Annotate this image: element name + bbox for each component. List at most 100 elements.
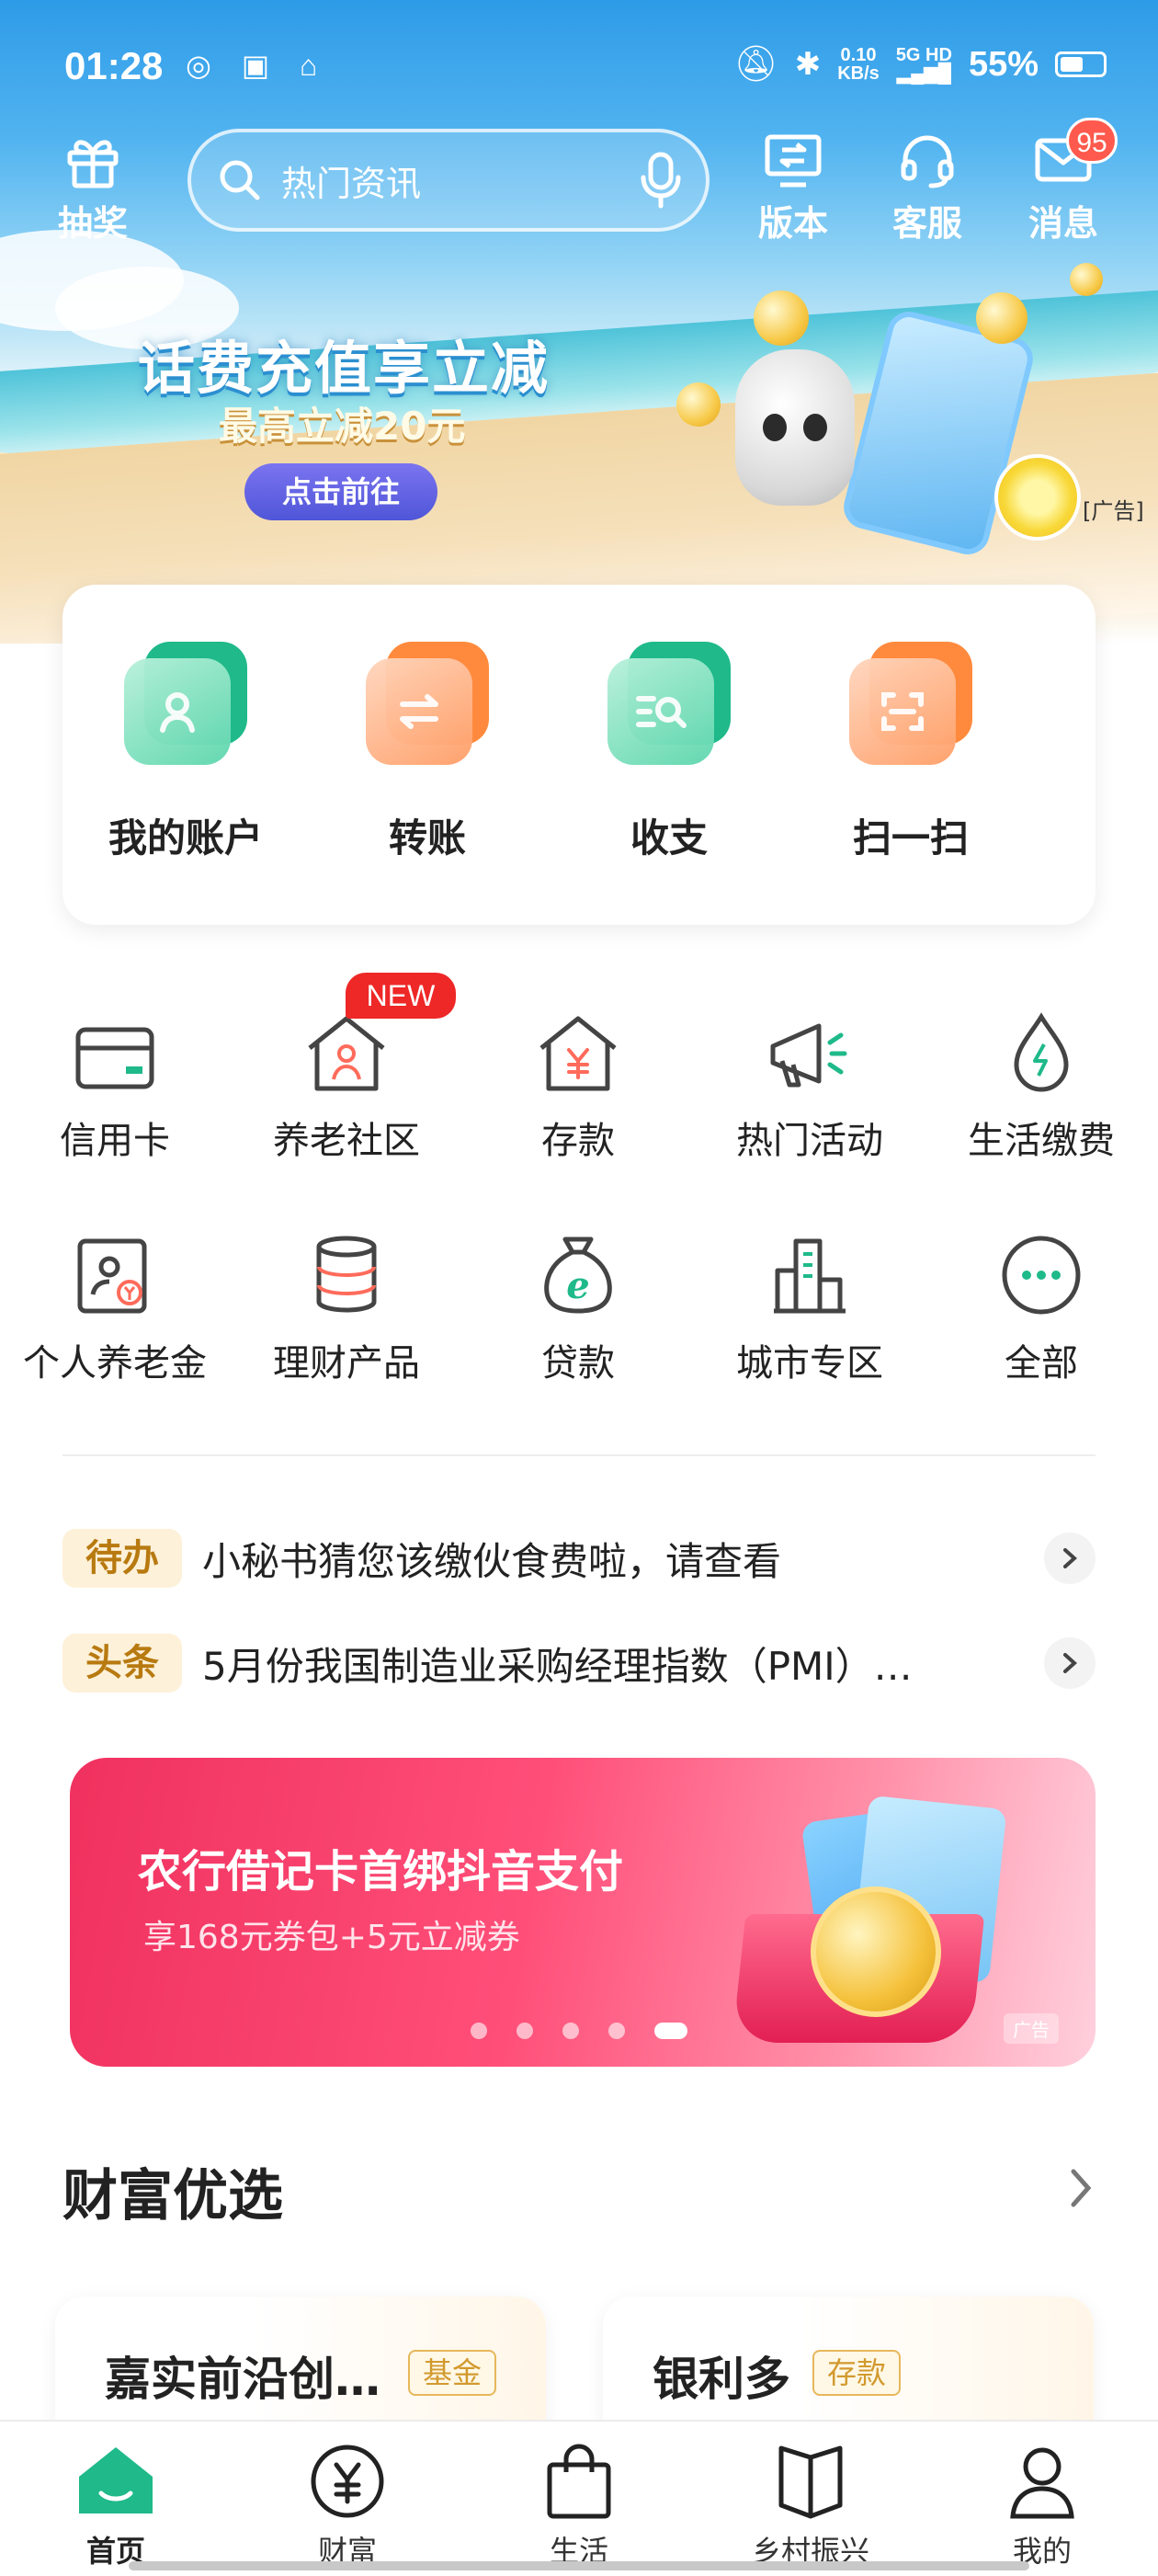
service-credit-card[interactable]: 信用卡 xyxy=(0,993,230,1164)
promo-subtitle: 享168元券包+5元立减券 xyxy=(143,1919,520,1956)
quick-action-label: 转账 xyxy=(388,815,466,861)
icon-front xyxy=(124,658,231,765)
chevron-right-icon[interactable] xyxy=(1066,2166,1096,2214)
microphone-icon[interactable] xyxy=(640,152,682,209)
wealth-product-icon xyxy=(232,1215,461,1316)
book-icon xyxy=(719,2438,903,2525)
lemon-decoration xyxy=(994,454,1081,541)
quick-action-income-expense[interactable]: 收支 xyxy=(577,642,761,863)
new-badge: NEW xyxy=(346,973,456,1019)
utility-payment-icon xyxy=(926,993,1156,1094)
service-city-zone[interactable]: 城市专区 xyxy=(695,1215,925,1386)
service-label: 贷款 xyxy=(541,1342,615,1385)
nav-life[interactable]: 生活 xyxy=(487,2438,671,2570)
nav-home[interactable]: 首页 xyxy=(24,2438,208,2570)
service-label: 存款 xyxy=(541,1120,615,1162)
icon-front xyxy=(366,658,472,765)
service-label: 客服 xyxy=(891,203,962,244)
carousel-dot[interactable] xyxy=(608,2023,625,2039)
banner-ad-tag: [广告] xyxy=(1083,498,1144,524)
notice-text: 5月份我国制造业采购经理指数（PMI）… xyxy=(202,1643,913,1689)
notification-icons: ◎ ▣ ⌂ xyxy=(186,49,329,82)
coin-decoration xyxy=(976,292,1027,344)
chevron-right-icon[interactable] xyxy=(1044,1533,1096,1584)
service-deposit[interactable]: 存款 xyxy=(463,993,693,1164)
network-label: 5G HD xyxy=(895,45,952,65)
nav-wealth[interactable]: 财富 xyxy=(255,2438,439,2570)
megaphone-icon xyxy=(695,993,925,1094)
clock: 01:28 xyxy=(64,44,164,87)
svg-text:e: e xyxy=(566,1264,589,1307)
mascot-eye xyxy=(803,414,827,441)
quick-action-label: 我的账户 xyxy=(108,815,263,861)
quick-action-transfer[interactable]: 转账 xyxy=(335,642,519,863)
notice-todo[interactable]: 待办 小秘书猜您该缴伙食费啦，请查看 xyxy=(62,1526,1096,1590)
battery-icon xyxy=(1055,51,1107,77)
service-all[interactable]: 全部 xyxy=(926,1215,1156,1386)
service-label: 生活缴费 xyxy=(968,1120,1115,1162)
service-label: 养老社区 xyxy=(273,1120,420,1162)
carousel-dot[interactable] xyxy=(562,2023,579,2039)
lottery-button[interactable]: 抽奖 xyxy=(33,129,153,245)
message-count-badge: 95 xyxy=(1066,118,1118,164)
carousel-dots[interactable] xyxy=(471,2023,687,2039)
notice-headline[interactable]: 头条 5月份我国制造业采购经理指数（PMI）… xyxy=(62,1631,1096,1695)
loan-icon: e xyxy=(463,1215,693,1316)
banner-go-button[interactable]: 点击前往 xyxy=(244,463,437,520)
quick-action-my-account[interactable]: 我的账户 xyxy=(94,642,278,863)
carousel-dot[interactable] xyxy=(471,2023,487,2039)
coin-decoration xyxy=(1070,263,1103,296)
version-icon xyxy=(733,129,853,193)
banner-title: 话费充值享立减 xyxy=(138,335,551,402)
service-personal-pension[interactable]: 个人养老金 xyxy=(0,1215,230,1386)
coin-illustration xyxy=(811,1886,941,2017)
product-name: 银利多 xyxy=(653,2353,790,2406)
account-icon xyxy=(124,642,247,765)
coin-decoration xyxy=(676,382,721,427)
promo-ad-tag: 广告 xyxy=(1004,2013,1059,2044)
shopping-bag-icon xyxy=(487,2438,671,2525)
income-expense-icon xyxy=(607,642,731,765)
service-label: 全部 xyxy=(1005,1342,1078,1385)
promo-carousel[interactable]: 农行借记卡首绑抖音支付 享168元券包+5元立减券 广告 xyxy=(70,1758,1096,2067)
promo-title: 农行借记卡首绑抖音支付 xyxy=(138,1846,624,1898)
banner-subtitle: 最高立减20元 xyxy=(219,404,466,449)
service-label: 信用卡 xyxy=(60,1120,170,1162)
icon-front xyxy=(849,658,956,765)
quick-actions-card: 我的账户 转账 收支 扫一扫 xyxy=(62,585,1096,925)
customer-service-button[interactable]: 客服 xyxy=(868,129,987,245)
mascot-illustration xyxy=(735,349,855,506)
chevron-right-icon[interactable] xyxy=(1044,1637,1096,1689)
service-wealth-products[interactable]: 理财产品 xyxy=(232,1215,461,1386)
headline-tag: 头条 xyxy=(62,1634,182,1693)
quick-action-label: 扫一扫 xyxy=(852,815,969,861)
more-icon xyxy=(926,1215,1156,1316)
coin-decoration xyxy=(754,291,809,346)
carousel-dot[interactable] xyxy=(654,2023,687,2039)
credit-card-icon xyxy=(0,993,230,1094)
product-tag: 基金 xyxy=(408,2350,497,2396)
nav-mine[interactable]: 我的 xyxy=(950,2438,1134,2570)
search-bar[interactable]: 热门资讯 xyxy=(187,129,710,232)
product-name: 嘉实前沿创… xyxy=(105,2353,380,2406)
service-utility-payment[interactable]: 生活缴费 xyxy=(926,993,1156,1164)
quick-action-scan[interactable]: 扫一扫 xyxy=(819,642,1003,863)
gesture-bar[interactable] xyxy=(129,2561,1029,2570)
service-loan[interactable]: e 贷款 xyxy=(463,1215,693,1386)
network-type: 5G HD ▂▄▆█ xyxy=(896,46,952,83)
version-label: 版本 xyxy=(757,203,828,244)
nav-rural[interactable]: 乡村振兴 xyxy=(719,2438,903,2570)
service-label: 理财产品 xyxy=(273,1342,420,1385)
yuan-icon xyxy=(255,2438,439,2525)
version-button[interactable]: 版本 xyxy=(733,129,853,245)
network-speed: 0.10 KB/s xyxy=(837,46,880,83)
section-divider xyxy=(62,1454,1096,1456)
deposit-icon xyxy=(463,993,693,1094)
messages-label: 消息 xyxy=(1027,203,1098,244)
service-label: 热门活动 xyxy=(736,1120,883,1162)
mascot-eye xyxy=(763,414,787,441)
speed-unit: KB/s xyxy=(837,63,880,84)
carousel-dot[interactable] xyxy=(517,2023,533,2039)
service-label: 城市专区 xyxy=(736,1342,883,1385)
service-hot-events[interactable]: 热门活动 xyxy=(695,993,925,1164)
